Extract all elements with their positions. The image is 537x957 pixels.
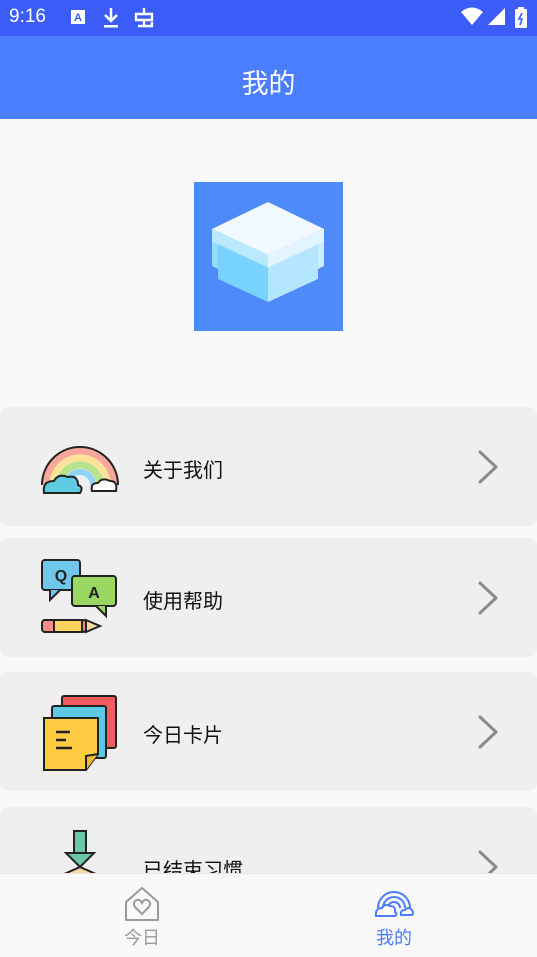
- battery-icon: [515, 7, 527, 28]
- cards-icon: [43, 695, 117, 771]
- menu-item-label: 关于我们: [143, 458, 223, 482]
- tab-mine-label: 我的: [376, 928, 412, 949]
- bug-icon: [134, 8, 154, 28]
- text-a-icon: A: [71, 10, 85, 24]
- app-logo: [194, 182, 343, 331]
- cube-icon: [212, 202, 324, 302]
- app-bar: 我的: [0, 36, 537, 119]
- cell-signal-icon: [488, 8, 505, 25]
- bottom-nav: 今日 我的: [0, 873, 537, 957]
- tab-today-label: 今日: [124, 928, 160, 949]
- home-heart-icon: [125, 887, 159, 921]
- status-bar: 9:16 A: [0, 0, 537, 36]
- chevron-right-icon: [478, 450, 498, 484]
- tab-mine[interactable]: 我的: [260, 874, 528, 957]
- status-time: 9:16: [9, 6, 46, 27]
- svg-text:Q: Q: [55, 568, 67, 585]
- download-icon: [104, 8, 118, 28]
- svg-text:A: A: [74, 12, 82, 24]
- rainbow-cloud-icon: [374, 891, 414, 917]
- chevron-right-icon: [478, 715, 498, 749]
- svg-text:A: A: [88, 585, 100, 602]
- tab-today[interactable]: 今日: [8, 874, 276, 957]
- menu-item-about-us[interactable]: 关于我们: [0, 407, 537, 526]
- menu-item-today-cards[interactable]: 今日卡片: [0, 672, 537, 791]
- rainbow-icon: [41, 446, 119, 494]
- menu-item-label: 使用帮助: [143, 589, 223, 613]
- wifi-icon: [461, 7, 483, 25]
- qa-icon: Q A: [41, 559, 117, 634]
- menu-item-label: 今日卡片: [143, 723, 223, 747]
- menu-item-help[interactable]: Q A 使用帮助: [0, 538, 537, 657]
- chevron-right-icon: [478, 581, 498, 615]
- page-title: 我的: [241, 69, 296, 100]
